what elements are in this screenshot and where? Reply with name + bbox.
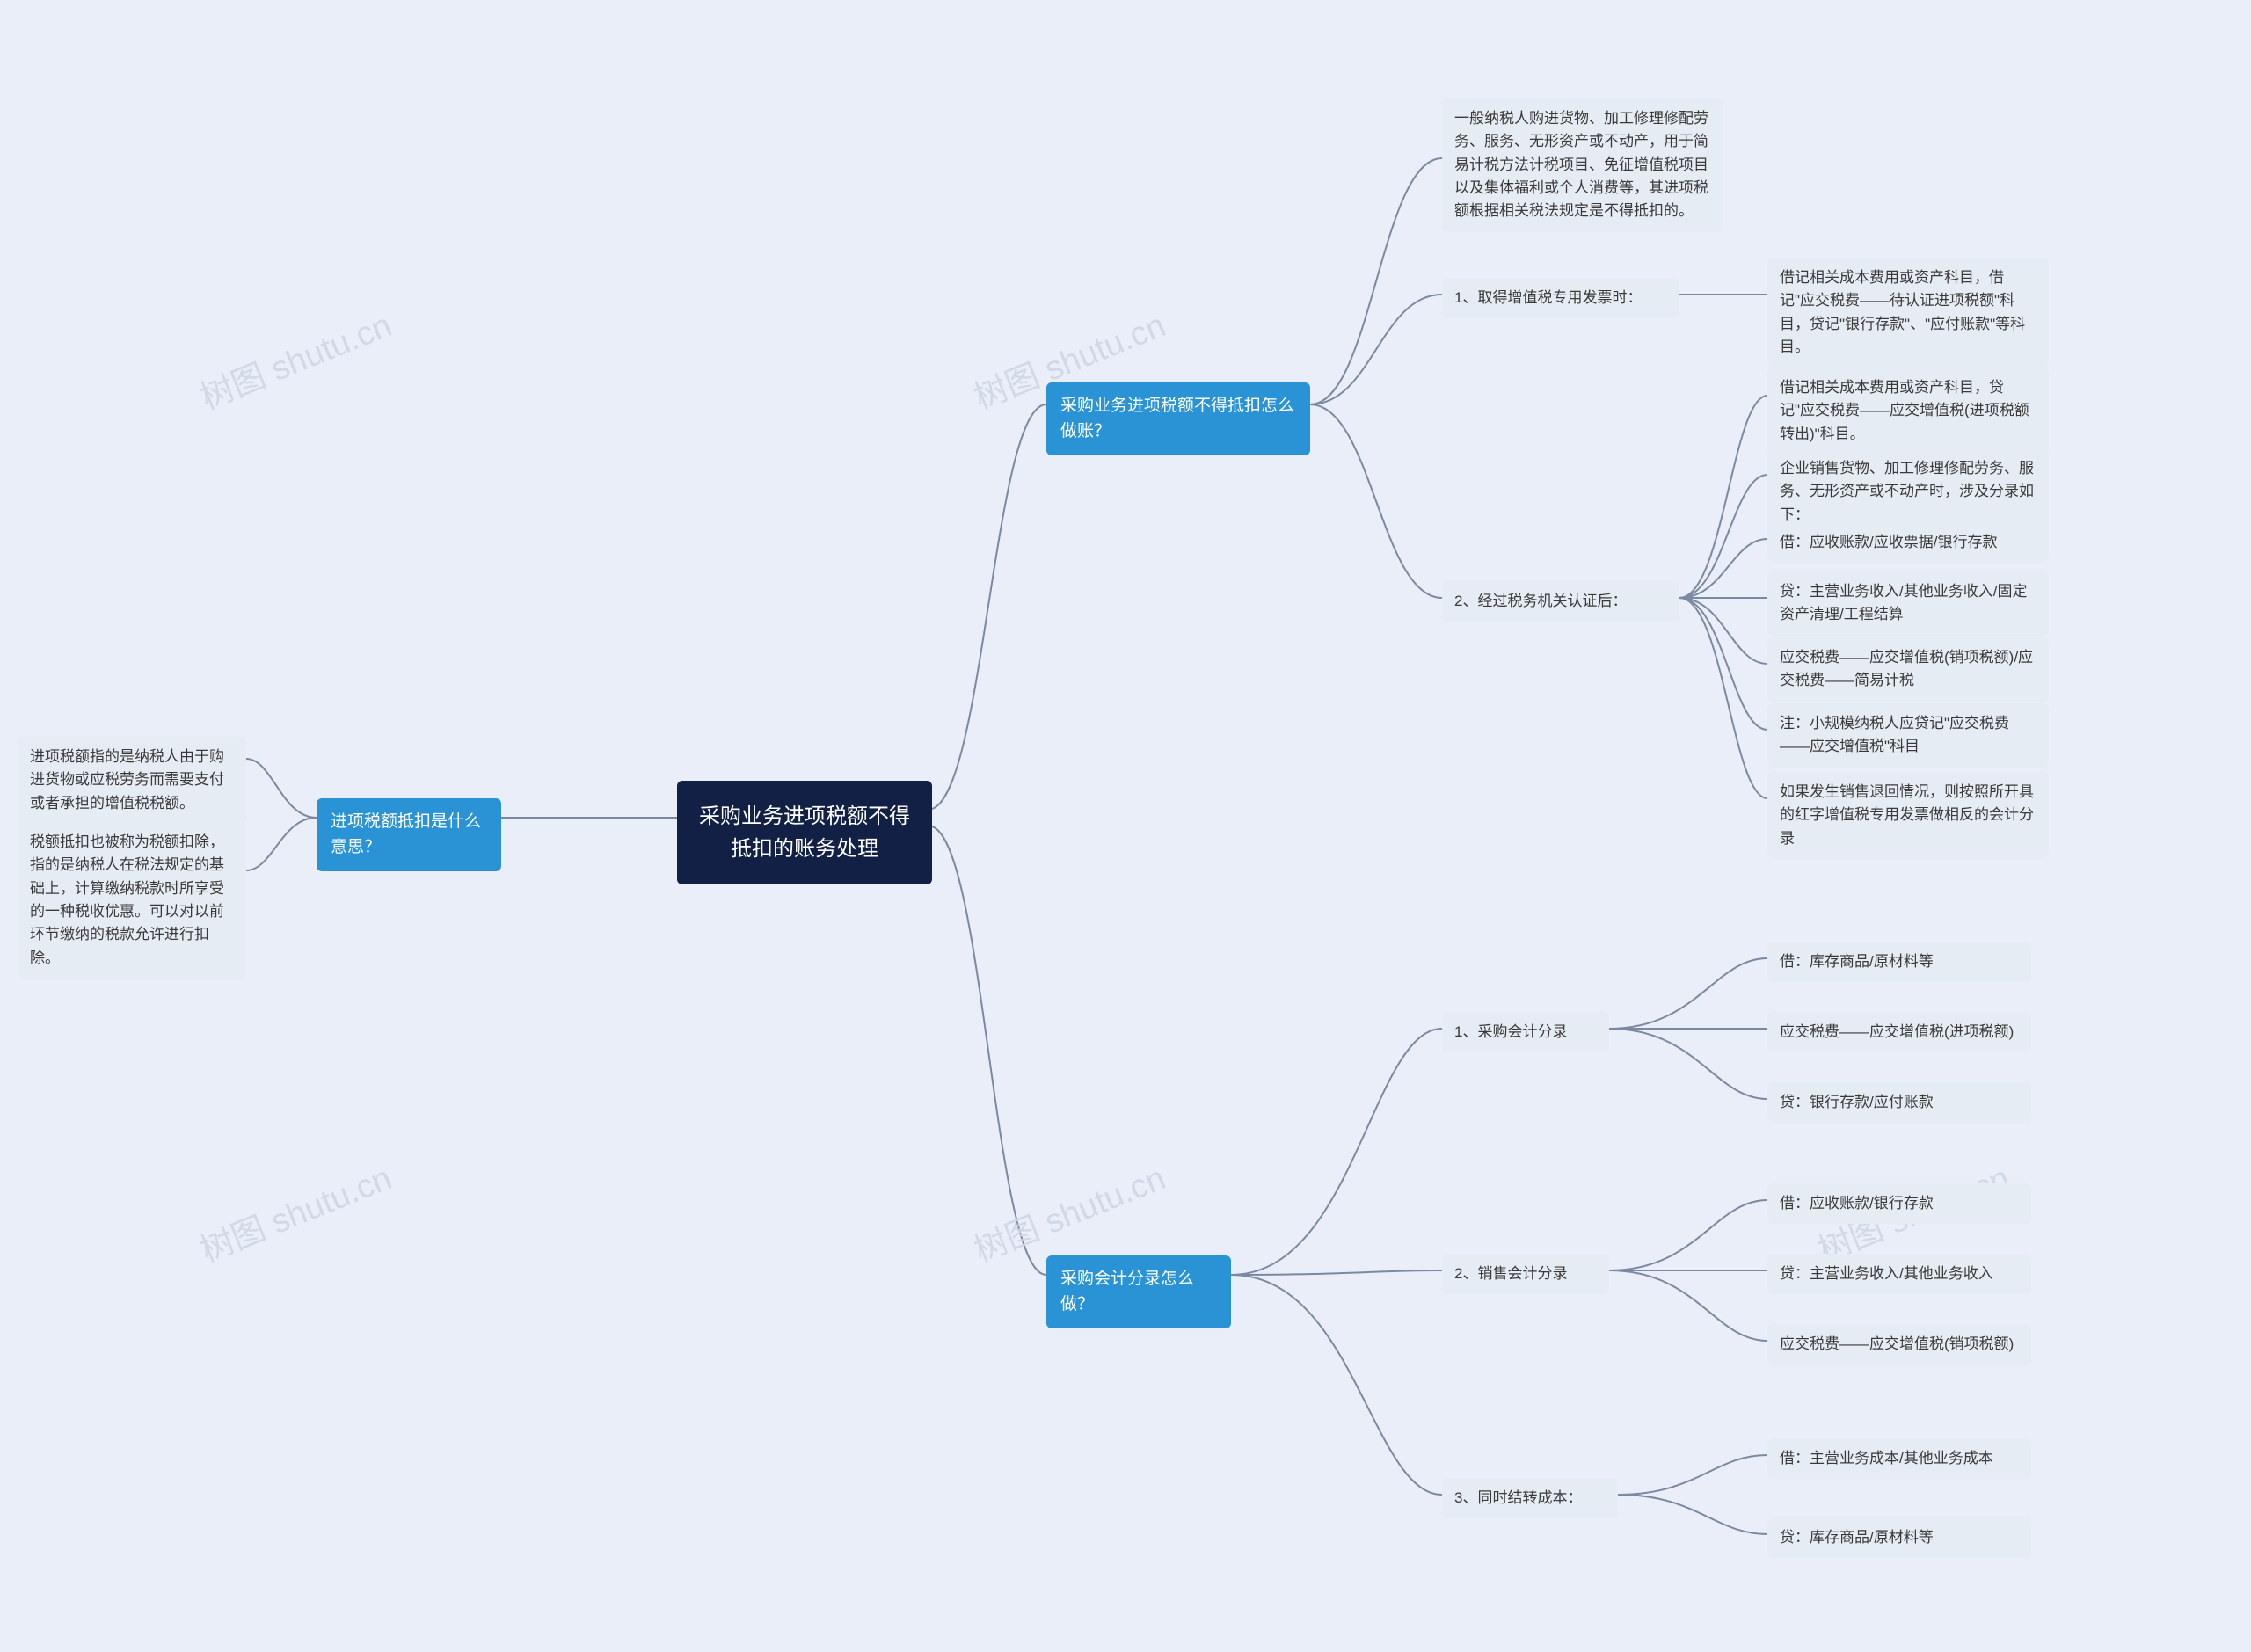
watermark: 树图 shutu.cn xyxy=(192,1151,397,1271)
left-leaf-1[interactable]: 进项税额指的是纳税人由于购进货物或应税劳务而需要支付或者承担的增值税税额。 xyxy=(18,737,246,824)
r1-step1-label[interactable]: 1、取得增值税专用发票时： xyxy=(1442,278,1679,318)
r1-step2-label[interactable]: 2、经过税务机关认证后： xyxy=(1442,581,1679,622)
branch-right-1[interactable]: 采购业务进项税额不得抵扣怎么做账？ xyxy=(1046,382,1310,455)
r2-g2-label[interactable]: 2、销售会计分录 xyxy=(1442,1254,1609,1294)
r2-g3-label[interactable]: 3、同时结转成本： xyxy=(1442,1478,1618,1518)
r2-g1b[interactable]: 应交税费——应交增值税(进项税额) xyxy=(1767,1012,2031,1052)
r2-g1a[interactable]: 借：库存商品/原材料等 xyxy=(1767,942,2031,982)
left-leaf-2[interactable]: 税额抵扣也被称为税额扣除，指的是纳税人在税法规定的基础上，计算缴纳税款时所享受的… xyxy=(18,822,246,979)
mindmap-canvas: 树图 shutu.cn 树图 shutu.cn 树图 shutu.cn 树图 s… xyxy=(0,0,2251,1652)
watermark: 树图 shutu.cn xyxy=(965,1151,1171,1271)
branch-right-2[interactable]: 采购会计分录怎么做？ xyxy=(1046,1255,1231,1328)
r1-s2c[interactable]: 借：应收账款/应收票据/银行存款 xyxy=(1767,522,2049,563)
r2-g2b[interactable]: 贷：主营业务收入/其他业务收入 xyxy=(1767,1254,2031,1294)
r1-s2g[interactable]: 如果发生销售退回情况，则按照所开具的红字增值税专用发票做相反的会计分录 xyxy=(1767,772,2049,859)
r2-g3a[interactable]: 借：主营业务成本/其他业务成本 xyxy=(1767,1438,2031,1479)
r1-step1a[interactable]: 借记相关成本费用或资产科目，借记"应交税费——待认证进项税额"科目，贷记"银行存… xyxy=(1767,258,2049,368)
r1-s2e[interactable]: 应交税费——应交增值税(销项税额)/应交税费——简易计税 xyxy=(1767,637,2049,702)
root-node[interactable]: 采购业务进项税额不得抵扣的账务处理 xyxy=(677,781,932,884)
branch-left[interactable]: 进项税额抵扣是什么意思？ xyxy=(317,798,501,871)
r1-s2a[interactable]: 借记相关成本费用或资产科目，贷记"应交税费——应交增值税(进项税额转出)"科目。 xyxy=(1767,368,2049,455)
r1-s2d[interactable]: 贷：主营业务收入/其他业务收入/固定资产清理/工程结算 xyxy=(1767,571,2049,636)
r2-g2a[interactable]: 借：应收账款/银行存款 xyxy=(1767,1183,2031,1224)
r2-g3b[interactable]: 贷：库存商品/原材料等 xyxy=(1767,1517,2031,1558)
r1-s2f[interactable]: 注：小规模纳税人应贷记"应交税费——应交增值税"科目 xyxy=(1767,703,2049,768)
watermark: 树图 shutu.cn xyxy=(192,298,397,418)
r2-g1c[interactable]: 贷：银行存款/应付账款 xyxy=(1767,1082,2031,1123)
r2-g1-label[interactable]: 1、采购会计分录 xyxy=(1442,1012,1609,1052)
r2-g2c[interactable]: 应交税费——应交增值税(销项税额) xyxy=(1767,1324,2031,1365)
r1-intro[interactable]: 一般纳税人购进货物、加工修理修配劳务、服务、无形资产或不动产，用于简易计税方法计… xyxy=(1442,98,1723,232)
